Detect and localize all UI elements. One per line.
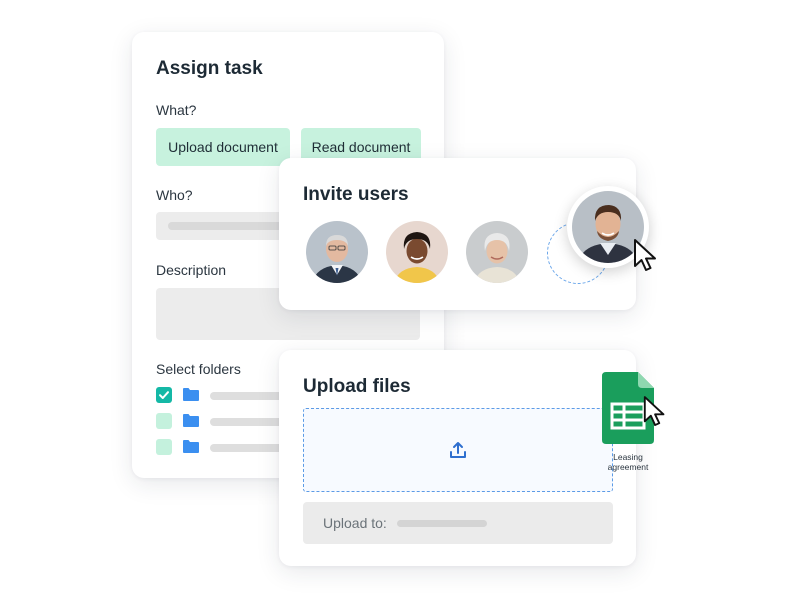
invite-users-title: Invite users (303, 184, 409, 205)
file-name: Leasing agreement (607, 452, 649, 472)
select-folders-label: Select folders (156, 361, 241, 377)
folder-icon (183, 388, 199, 401)
cursor-icon (643, 396, 665, 426)
what-label: What? (156, 102, 197, 118)
who-label: Who? (156, 187, 193, 203)
upload-document-option[interactable]: Upload document (156, 128, 290, 166)
folder-checkbox[interactable] (156, 413, 172, 429)
assign-task-title: Assign task (156, 58, 263, 79)
folder-checkbox[interactable] (156, 439, 172, 455)
user-avatar[interactable] (386, 221, 448, 283)
folder-checkbox-checked[interactable] (156, 387, 172, 403)
user-avatar[interactable] (306, 221, 368, 283)
upload-to-field[interactable]: Upload to: (303, 502, 613, 544)
check-icon (159, 391, 169, 399)
cursor-icon (634, 239, 656, 271)
file-dropzone[interactable] (303, 408, 613, 492)
upload-files-title: Upload files (303, 376, 411, 397)
upload-icon (450, 442, 466, 458)
upload-to-placeholder (397, 520, 487, 527)
upload-to-label: Upload to: (323, 515, 387, 531)
folder-icon (183, 414, 199, 427)
user-avatar[interactable] (466, 221, 528, 283)
description-label: Description (156, 262, 227, 278)
upload-files-card: Upload files Upload to: (279, 350, 636, 566)
folder-icon (183, 440, 199, 453)
